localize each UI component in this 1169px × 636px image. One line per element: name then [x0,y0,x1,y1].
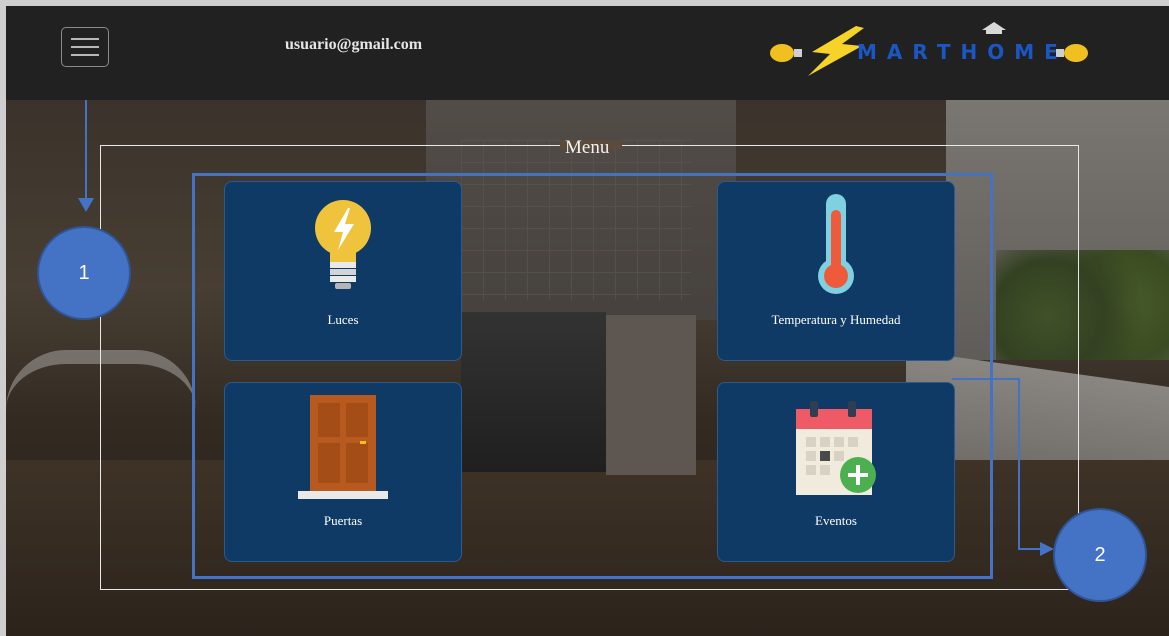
hamburger-line [71,46,99,48]
hamburger-line [71,54,99,56]
callout-2-connector [1018,548,1042,550]
header-bar: usuario@gmail.com MARTHOME [6,6,1169,100]
callout-1-connector [85,100,87,202]
hamburger-menu-button[interactable] [61,27,109,67]
menu-highlight-box [192,173,993,579]
callout-2: 2 [1053,508,1147,602]
callout-2-connector [952,378,1020,380]
arrow-right-icon [1040,542,1054,556]
arrow-down-icon [78,198,94,212]
callout-1: 1 [37,226,131,320]
user-email: usuario@gmail.com [285,36,423,53]
hamburger-line [71,38,99,40]
logo-text: MARTHOME [857,40,1068,64]
menu-title: Menu [565,137,610,158]
smarthome-logo: MARTHOME [764,20,1094,80]
callout-2-connector [1018,378,1020,550]
